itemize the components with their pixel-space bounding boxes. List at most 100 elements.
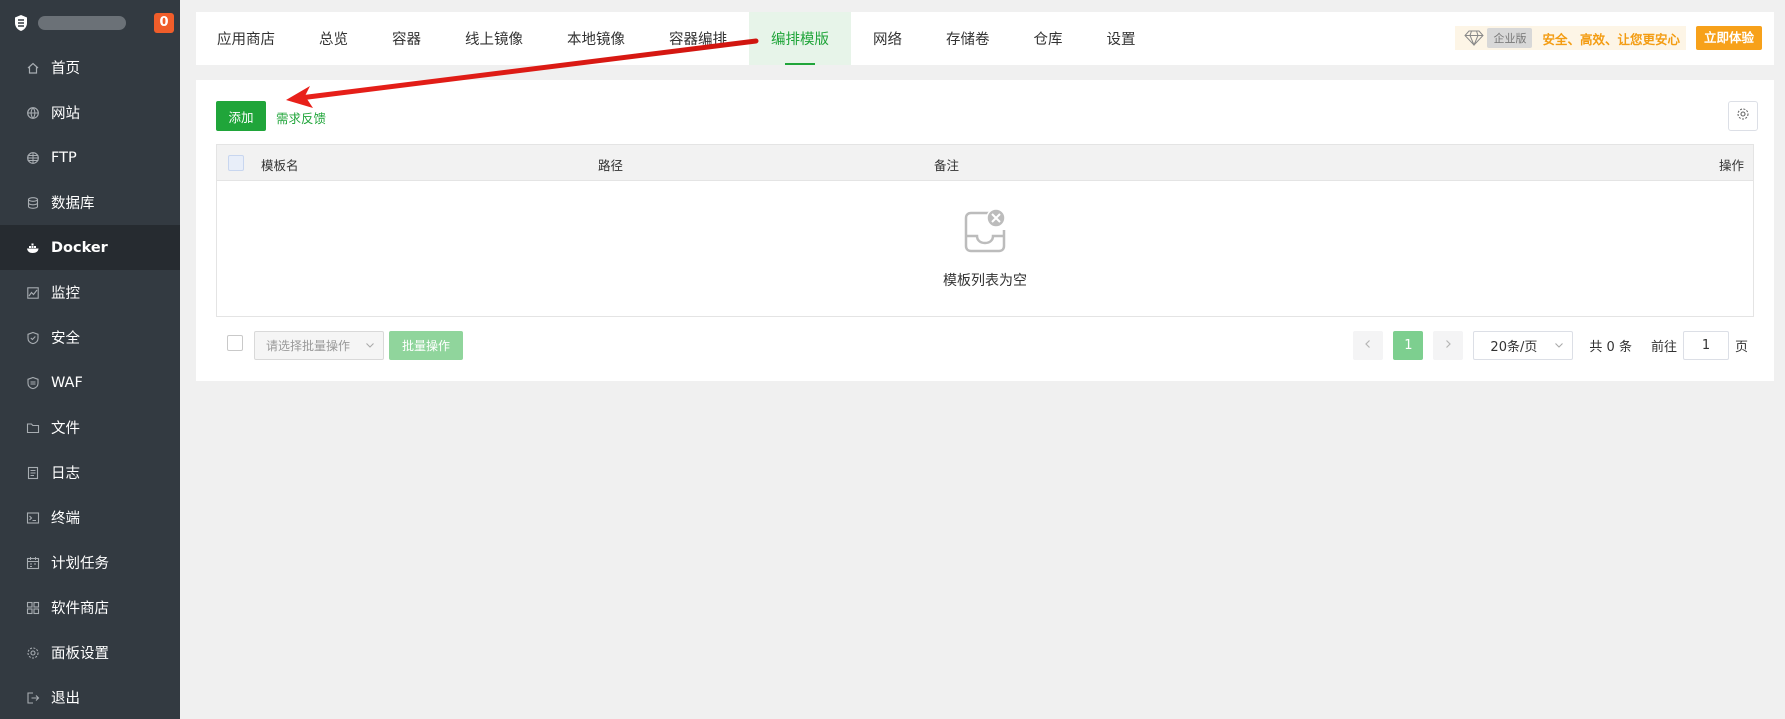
chevron-down-icon bbox=[1554, 339, 1564, 354]
sidebar-item-website[interactable]: 网站 bbox=[0, 90, 180, 135]
sidebar-item-label: WAF bbox=[51, 374, 83, 391]
sidebar-item-label: 监控 bbox=[51, 286, 80, 302]
notification-badge[interactable]: 0 bbox=[154, 13, 174, 33]
sidebar-item-label: 文件 bbox=[51, 421, 80, 437]
sidebar-item-monitor[interactable]: 监控 bbox=[0, 270, 180, 315]
globe-icon bbox=[26, 106, 40, 120]
tab-network[interactable]: 网络 bbox=[851, 12, 924, 65]
sidebar-item-label: FTP bbox=[51, 149, 77, 166]
batch-operation-select[interactable]: 请选择批量操作 bbox=[254, 331, 384, 360]
chevron-left-icon bbox=[1363, 338, 1373, 353]
sidebar-item-label: 首页 bbox=[51, 61, 80, 77]
gear-icon bbox=[26, 646, 40, 660]
templates-panel: 添加 需求反馈 模板名 路径 备注 操作 模板列表为空 请选择批量操作 批量操作… bbox=[196, 80, 1774, 381]
sidebar-item-label: 网站 bbox=[51, 106, 80, 122]
sidebar-item-home[interactable]: 首页 bbox=[0, 45, 180, 90]
grid-icon bbox=[26, 601, 40, 615]
sidebar-item-label: 终端 bbox=[51, 511, 80, 527]
goto-page-input[interactable] bbox=[1682, 331, 1729, 360]
sidebar-item-label: 面板设置 bbox=[51, 646, 109, 662]
page-size-value: 20条/页 bbox=[1490, 340, 1538, 355]
pagination: 1 20条/页 共 0 条 前往 页 bbox=[1353, 331, 1748, 360]
sidebar-item-label: 日志 bbox=[51, 466, 80, 482]
tab-containers[interactable]: 容器 bbox=[370, 12, 443, 65]
chevron-right-icon bbox=[1443, 338, 1453, 353]
column-header-path: 路径 bbox=[598, 158, 624, 173]
try-now-button[interactable]: 立即体验 bbox=[1695, 26, 1762, 50]
sidebar-item-database[interactable]: 数据库 bbox=[0, 180, 180, 225]
batch-placeholder: 请选择批量操作 bbox=[266, 339, 351, 353]
tab-compose[interactable]: 容器编排 bbox=[647, 12, 749, 65]
diamond-icon bbox=[1463, 29, 1485, 47]
enterprise-label: 企业版 bbox=[1487, 28, 1533, 48]
ftp-globe-icon bbox=[26, 151, 40, 165]
batch-operation-button[interactable]: 批量操作 bbox=[389, 331, 463, 360]
database-icon bbox=[26, 196, 40, 210]
sidebar: 0 首页 网站 FTP 数据库 Docker 监控 安全 WAF 文件 日志 终… bbox=[0, 0, 180, 719]
select-all-checkbox[interactable] bbox=[228, 155, 244, 171]
page-size-select[interactable]: 20条/页 bbox=[1473, 331, 1574, 360]
sidebar-item-label: 退出 bbox=[51, 691, 80, 707]
table-header: 模板名 路径 备注 操作 bbox=[217, 145, 1753, 181]
tab-online-images[interactable]: 线上镜像 bbox=[443, 12, 545, 65]
empty-inbox-icon bbox=[962, 207, 1008, 258]
logout-icon bbox=[26, 691, 40, 705]
sidebar-item-waf[interactable]: WAF bbox=[0, 360, 180, 405]
sidebar-item-label: 数据库 bbox=[51, 196, 95, 212]
sidebar-item-label: Docker bbox=[51, 239, 108, 256]
tab-volumes[interactable]: 存储卷 bbox=[924, 12, 1012, 65]
tab-settings[interactable]: 设置 bbox=[1085, 12, 1158, 65]
monitor-icon bbox=[26, 286, 40, 300]
tab-local-images[interactable]: 本地镜像 bbox=[545, 12, 647, 65]
docker-icon bbox=[26, 241, 40, 255]
total-count: 共 0 条 bbox=[1589, 340, 1632, 355]
gear-icon bbox=[1736, 107, 1750, 125]
chevron-down-icon bbox=[365, 339, 375, 353]
promo-box: 企业版 安全、高效、让您更安心 bbox=[1455, 26, 1686, 50]
tab-app-store[interactable]: 应用商店 bbox=[196, 12, 297, 65]
sidebar-item-files[interactable]: 文件 bbox=[0, 405, 180, 450]
column-header-name: 模板名 bbox=[261, 158, 299, 173]
sidebar-item-terminal[interactable]: 终端 bbox=[0, 495, 180, 540]
sidebar-item-logout[interactable]: 退出 bbox=[0, 675, 180, 719]
shield-icon bbox=[26, 331, 40, 345]
footer-select-all-checkbox[interactable] bbox=[227, 335, 243, 351]
empty-state: 模板列表为空 bbox=[217, 181, 1753, 316]
sidebar-item-app-store[interactable]: 软件商店 bbox=[0, 585, 180, 630]
waf-shield-icon bbox=[26, 376, 40, 390]
tab-registry[interactable]: 仓库 bbox=[1012, 12, 1085, 65]
log-icon bbox=[26, 466, 40, 480]
username-masked[interactable] bbox=[38, 15, 126, 30]
terminal-icon bbox=[26, 511, 40, 525]
sidebar-item-label: 软件商店 bbox=[51, 601, 109, 617]
goto-label: 前往 bbox=[1650, 340, 1677, 355]
page-number-current[interactable]: 1 bbox=[1393, 331, 1424, 360]
sidebar-item-ftp[interactable]: FTP bbox=[0, 135, 180, 180]
promo-text: 安全、高效、让您更安心 bbox=[1542, 31, 1680, 47]
column-header-actions: 操作 bbox=[1718, 158, 1744, 173]
add-template-button[interactable]: 添加 bbox=[216, 101, 266, 131]
sidebar-item-cron[interactable]: 计划任务 bbox=[0, 540, 180, 585]
table-settings-button[interactable] bbox=[1728, 101, 1758, 131]
next-page-button[interactable] bbox=[1433, 331, 1464, 360]
panel-logo-icon bbox=[12, 14, 30, 32]
docker-tabs-bar: 应用商店 总览 容器 线上镜像 本地镜像 容器编排 编排模版 网络 存储卷 仓库… bbox=[196, 12, 1774, 65]
tab-overview[interactable]: 总览 bbox=[297, 12, 370, 65]
feedback-link[interactable]: 需求反馈 bbox=[276, 108, 326, 127]
home-icon bbox=[26, 61, 40, 75]
empty-message: 模板列表为空 bbox=[943, 272, 1027, 289]
sidebar-item-panel-settings[interactable]: 面板设置 bbox=[0, 630, 180, 675]
enterprise-promo: 企业版 安全、高效、让您更安心 立即体验 bbox=[1455, 26, 1762, 50]
sidebar-item-logs[interactable]: 日志 bbox=[0, 450, 180, 495]
sidebar-header: 0 bbox=[0, 0, 180, 45]
calendar-icon bbox=[26, 556, 40, 570]
tab-compose-templates[interactable]: 编排模版 bbox=[749, 12, 851, 65]
sidebar-item-docker[interactable]: Docker bbox=[0, 225, 180, 270]
prev-page-button[interactable] bbox=[1353, 331, 1384, 360]
sidebar-item-label: 安全 bbox=[51, 331, 80, 347]
folder-icon bbox=[26, 421, 40, 435]
sidebar-item-security[interactable]: 安全 bbox=[0, 315, 180, 360]
templates-table: 模板名 路径 备注 操作 模板列表为空 bbox=[216, 144, 1754, 317]
page-unit-label: 页 bbox=[1734, 340, 1748, 355]
sidebar-item-label: 计划任务 bbox=[51, 556, 109, 572]
